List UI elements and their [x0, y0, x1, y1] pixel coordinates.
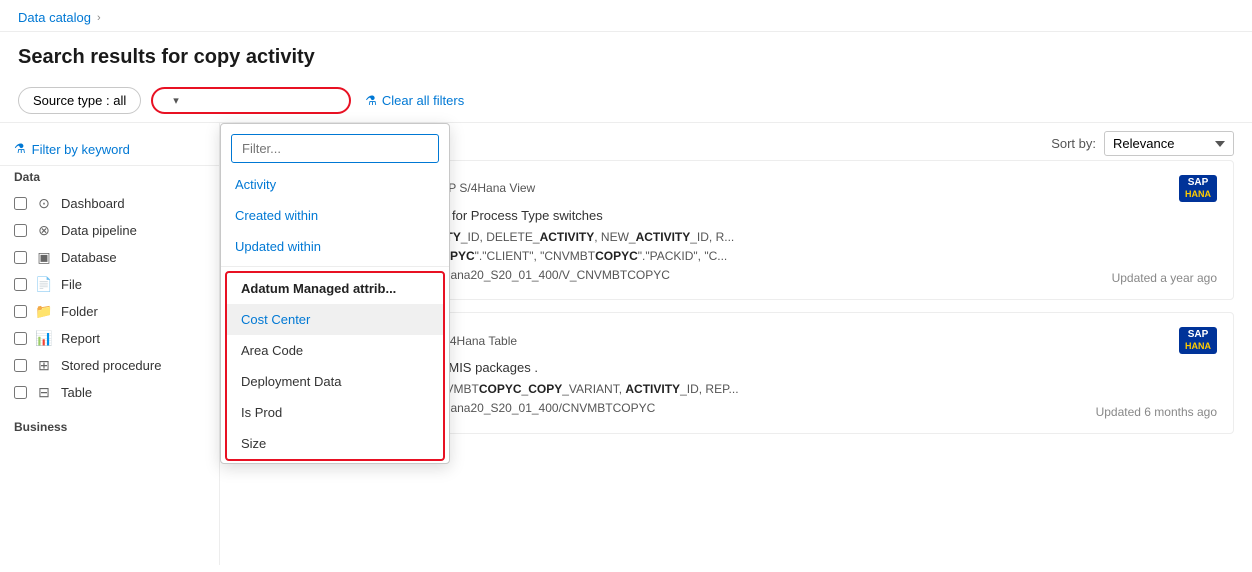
sap-badge-2: SAP HANA [1179, 327, 1217, 354]
file-icon: 📄 [35, 276, 53, 293]
sap-label-2: SAP [1188, 329, 1209, 341]
sap-label: SAP [1188, 177, 1209, 189]
sidebar-checkbox-dashboard[interactable] [14, 197, 27, 210]
sidebar-business-section: Business [0, 416, 219, 440]
result-updated-2: Updated 6 months ago [1096, 405, 1217, 419]
dropdown-item-created-within[interactable]: Created within [221, 200, 449, 231]
sidebar-checkbox-data-pipeline[interactable] [14, 224, 27, 237]
sidebar-item-table[interactable]: ⊟ Table [0, 379, 219, 406]
dropdown-item-deployment-data[interactable]: Deployment Data [227, 366, 443, 397]
hana-label: HANA [1185, 189, 1211, 200]
chevron-down-icon: ▾ [173, 94, 179, 107]
sidebar-item-label-stored-procedure: Stored procedure [61, 358, 161, 373]
sidebar-item-report[interactable]: 📊 Report [0, 325, 219, 352]
hana-label-2: HANA [1185, 341, 1211, 352]
sidebar-item-data-pipeline[interactable]: ⊗ Data pipeline [0, 217, 219, 244]
sidebar-checkbox-database[interactable] [14, 251, 27, 264]
stored-procedure-icon: ⊞ [35, 357, 53, 374]
data-pipeline-icon: ⊗ [35, 222, 53, 239]
table-icon: ⊟ [35, 384, 53, 401]
dropdown-section: Activity Created within Updated within A… [221, 169, 449, 461]
toolbar: Source type : all ▾ ⚗ Clear all filters … [0, 79, 1252, 123]
sidebar-item-database[interactable]: ▣ Database [0, 244, 219, 271]
sidebar-item-dashboard[interactable]: ⊙ Dashboard [0, 190, 219, 217]
breadcrumb-separator: › [97, 12, 101, 24]
sidebar-item-file[interactable]: 📄 File [0, 271, 219, 298]
sidebar-data-section: Data [0, 166, 219, 190]
filter-icon: ⚗ [14, 141, 26, 157]
sidebar: ⚗ Filter by keyword Data ⊙ Dashboard ⊗ D… [0, 123, 220, 565]
sidebar-checkbox-stored-procedure[interactable] [14, 359, 27, 372]
sort-select[interactable]: Relevance Name Last updated [1104, 131, 1234, 156]
dropdown-item-cost-center[interactable]: Cost Center [227, 304, 443, 335]
filter-icon: ⚗ [365, 93, 377, 109]
sidebar-item-label-dashboard: Dashboard [61, 196, 125, 211]
page-header: Search results for copy activity [0, 32, 1252, 79]
keyword-filter-label[interactable]: Filter by keyword [32, 142, 130, 157]
clear-filters-button[interactable]: ⚗ Clear all filters [365, 93, 464, 109]
dropdown-item-adatum[interactable]: Adatum Managed attrib... [227, 273, 443, 304]
sidebar-item-label-database: Database [61, 250, 117, 265]
clear-filters-label: Clear all filters [382, 93, 464, 108]
breadcrumb-link[interactable]: Data catalog [18, 10, 91, 25]
dropdown-divider [221, 266, 449, 267]
dropdown-filter-input[interactable] [231, 134, 439, 163]
sidebar-item-label-data-pipeline: Data pipeline [61, 223, 137, 238]
dropdown-item-updated-within[interactable]: Updated within [221, 231, 449, 262]
sidebar-checkbox-file[interactable] [14, 278, 27, 291]
folder-icon: 📁 [35, 303, 53, 320]
dropdown-button[interactable]: ▾ [151, 87, 351, 114]
sidebar-item-label-folder: Folder [61, 304, 98, 319]
sidebar-checkbox-report[interactable] [14, 332, 27, 345]
main-layout: ⚗ Filter by keyword Data ⊙ Dashboard ⊗ D… [0, 123, 1252, 565]
sidebar-item-stored-procedure[interactable]: ⊞ Stored procedure [0, 352, 219, 379]
sidebar-checkbox-folder[interactable] [14, 305, 27, 318]
sidebar-item-label-file: File [61, 277, 82, 292]
sidebar-item-label-table: Table [61, 385, 92, 400]
result-updated-1: Updated a year ago [1112, 271, 1217, 285]
page-title: Search results for copy activity [18, 46, 1234, 69]
keyword-filter-row: ⚗ Filter by keyword [0, 135, 219, 166]
dropdown-item-activity[interactable]: Activity [221, 169, 449, 200]
dropdown-overlay: Activity Created within Updated within A… [220, 123, 450, 464]
sap-badge-1: SAP HANA [1179, 175, 1217, 202]
sort-label: Sort by: [1051, 136, 1096, 151]
dropdown-item-size[interactable]: Size [227, 428, 443, 459]
dashboard-icon: ⊙ [35, 195, 53, 212]
sort-bar: Sort by: Relevance Name Last updated [1051, 123, 1234, 160]
sidebar-item-folder[interactable]: 📁 Folder [0, 298, 219, 325]
source-type-filter-chip[interactable]: Source type : all [18, 87, 141, 114]
database-icon: ▣ [35, 249, 53, 266]
report-icon: 📊 [35, 330, 53, 347]
sidebar-checkbox-table[interactable] [14, 386, 27, 399]
sidebar-item-label-report: Report [61, 331, 100, 346]
breadcrumb: Data catalog › [0, 0, 1252, 32]
dropdown-item-area-code[interactable]: Area Code [227, 335, 443, 366]
dropdown-item-is-prod[interactable]: Is Prod [227, 397, 443, 428]
